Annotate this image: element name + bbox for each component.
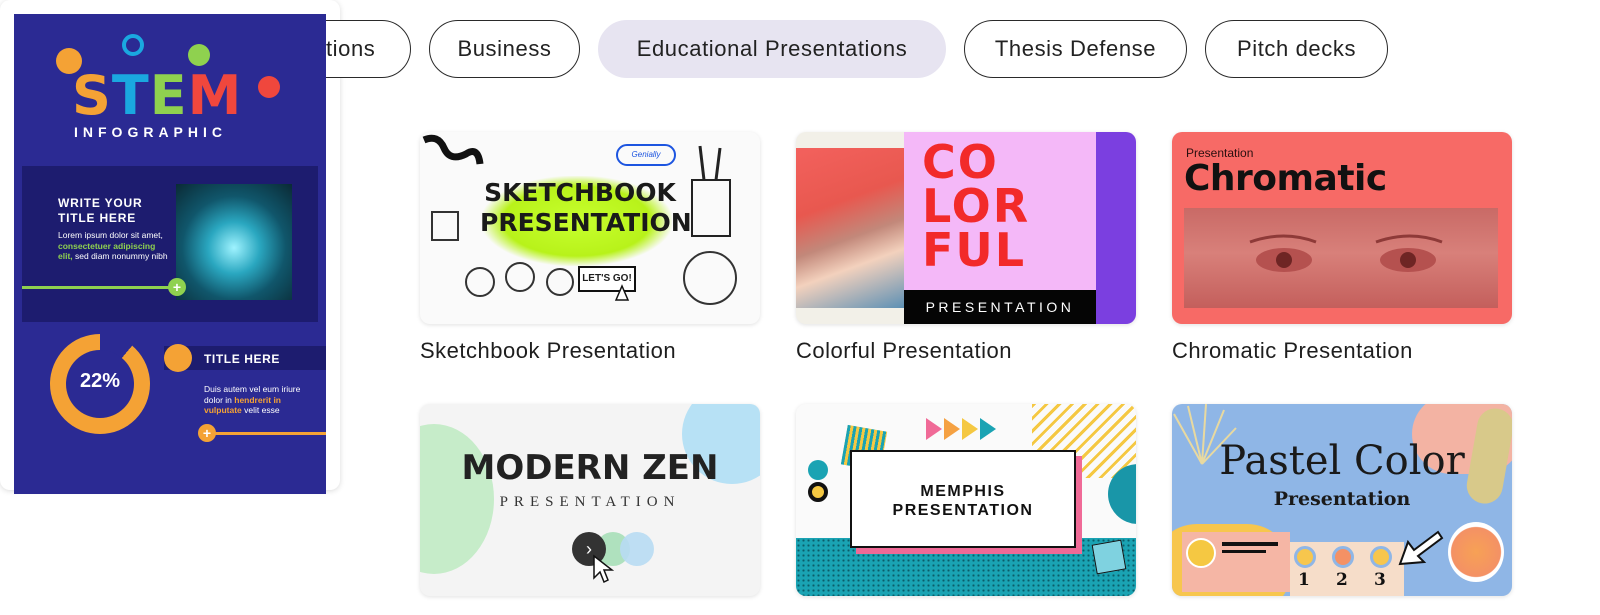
stem-letter-e: E bbox=[149, 64, 188, 127]
card-title-colorful[interactable]: Colorful Presentation bbox=[796, 338, 1012, 364]
triangle-icon bbox=[980, 418, 996, 440]
card-title-sketchbook[interactable]: Sketchbook Presentation bbox=[420, 338, 676, 364]
pastel-text-line bbox=[1222, 542, 1278, 546]
chip-pitch-decks[interactable]: Pitch decks bbox=[1205, 20, 1388, 78]
template-card-pastel-color[interactable]: Pastel Color Presentation 1 2 3 bbox=[1172, 404, 1512, 596]
stem-letter-m: M bbox=[187, 64, 243, 127]
cog-icon bbox=[258, 76, 280, 98]
triangle-icon bbox=[944, 418, 960, 440]
zen-thumb-sub: PRESENTATION bbox=[499, 494, 681, 510]
triangle-icon bbox=[962, 418, 978, 440]
stem-heading-1: WRITE YOUR TITLE HERE bbox=[58, 196, 143, 225]
template-card-chromatic[interactable]: Presentation Chromatic bbox=[1172, 132, 1512, 324]
colorful-photo bbox=[796, 148, 906, 308]
timeline-node bbox=[1370, 546, 1392, 568]
plus-icon: + bbox=[198, 424, 216, 442]
colorful-thumb-sub: PRESENTATION bbox=[904, 290, 1096, 324]
timeline-number-3: 3 bbox=[1374, 570, 1386, 590]
pastel-text-line bbox=[1222, 550, 1266, 553]
stem-photo bbox=[176, 184, 292, 300]
stem-word: STEM bbox=[72, 64, 242, 127]
template-card-memphis[interactable]: MEMPHIS PRESENTATION bbox=[796, 404, 1136, 596]
sketch-illustrations bbox=[422, 134, 737, 305]
chromatic-thumb-big: Chromatic bbox=[1184, 158, 1387, 199]
pastel-thumb-title: Pastel Color bbox=[1219, 438, 1465, 484]
timeline-node bbox=[1332, 546, 1354, 568]
arrow-pointer-icon bbox=[1398, 530, 1444, 566]
template-card-stem-infographic[interactable]: STEM INFOGRAPHIC WRITE YOUR TITLE HERE L… bbox=[0, 0, 340, 494]
chip-business[interactable]: Business bbox=[429, 20, 580, 78]
flower-icon bbox=[1448, 522, 1504, 582]
memphis-cube bbox=[1091, 539, 1127, 575]
stem-letter-s: S bbox=[72, 64, 112, 127]
stem-subtitle: INFOGRAPHIC bbox=[74, 124, 227, 140]
stem-divider-2 bbox=[206, 432, 326, 435]
plus-icon: + bbox=[168, 278, 186, 296]
timeline-number-2: 2 bbox=[1336, 570, 1348, 590]
colorful-purple-stripe bbox=[1096, 132, 1136, 324]
memphis-thumb-title: MEMPHIS PRESENTATION bbox=[850, 450, 1076, 548]
chip-thesis-defense[interactable]: Thesis Defense bbox=[964, 20, 1187, 78]
template-card-sketchbook[interactable]: Genially SKETCHBOOK PRESENTATION LET'S G… bbox=[420, 132, 760, 324]
timeline-number-1: 1 bbox=[1298, 570, 1310, 590]
gear-icon bbox=[188, 44, 210, 66]
template-card-modern-zen[interactable]: MODERN ZEN PRESENTATION › bbox=[420, 404, 760, 596]
chip-educational-presentations[interactable]: Educational Presentations bbox=[598, 20, 946, 78]
stem-letter-t: T bbox=[111, 64, 150, 127]
stem-body-2: Duis autem vel eum iriure dolor in hendr… bbox=[204, 384, 301, 415]
bulb-icon bbox=[122, 34, 144, 56]
colorful-thumb-word: CO LOR FUL bbox=[922, 135, 1031, 277]
stem-divider-1 bbox=[22, 286, 180, 289]
stem-heading-2: TITLE HERE bbox=[204, 352, 281, 366]
stem-thumbnail: STEM INFOGRAPHIC WRITE YOUR TITLE HERE L… bbox=[14, 14, 326, 494]
triangle-icon bbox=[926, 418, 942, 440]
stem-ring-chart: 22% bbox=[50, 334, 150, 434]
card-title-chromatic[interactable]: Chromatic Presentation bbox=[1172, 338, 1413, 364]
atom-icon bbox=[164, 344, 192, 372]
memphis-dot bbox=[808, 460, 828, 480]
template-card-colorful[interactable]: CO LOR FUL PRESENTATION bbox=[796, 132, 1136, 324]
pastel-thumb-sub: Presentation bbox=[1273, 488, 1411, 510]
zen-thumb-title: MODERN ZEN bbox=[461, 448, 719, 488]
stem-ring-value: 22% bbox=[79, 370, 121, 392]
cursor-icon bbox=[593, 554, 614, 584]
chromatic-eyes-photo bbox=[1184, 208, 1498, 308]
avatar bbox=[1186, 538, 1216, 568]
zen-dot bbox=[620, 532, 654, 566]
stem-body-1: Lorem ipsum dolor sit amet, consectetuer… bbox=[58, 230, 168, 261]
timeline-node bbox=[1294, 546, 1316, 568]
memphis-dot bbox=[808, 482, 828, 502]
